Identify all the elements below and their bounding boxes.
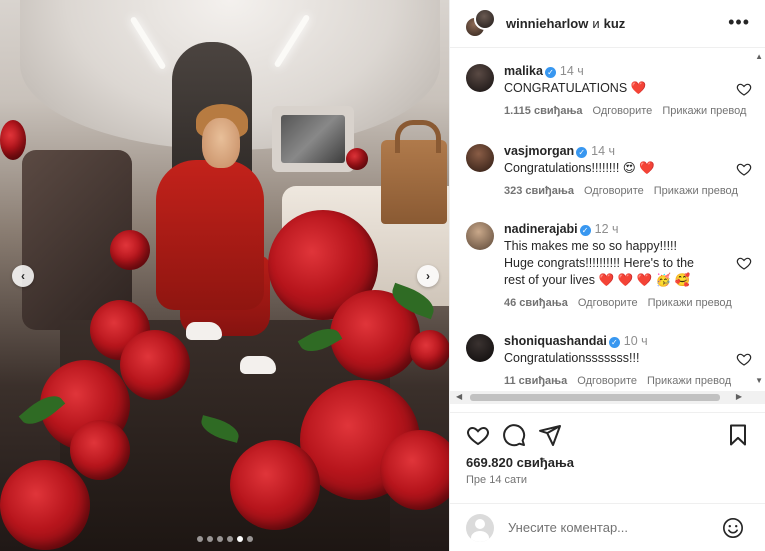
scroll-left-arrow-icon[interactable]: ◀ [456, 392, 462, 401]
reply-button[interactable]: Одговорите [593, 105, 653, 117]
post-photo[interactable]: ‹ › [0, 0, 449, 551]
rose [120, 330, 190, 400]
like-comment-heart-icon[interactable] [736, 81, 752, 97]
translate-button[interactable]: Прикажи превод [648, 297, 732, 309]
comment-item: nadinerajabi ✓ 12 ч This makes me so so ha… [466, 221, 752, 321]
comment-text: Congratulationsssssss!!! [504, 351, 640, 365]
comment-item: malika ✓ 14 ч CONGRATULATIONS ❤️ 1.115 сви… [466, 63, 752, 123]
add-comment-bar [450, 503, 765, 551]
avatar[interactable] [474, 7, 496, 30]
scroll-right-arrow-icon[interactable]: ▶ [736, 392, 742, 401]
reply-button[interactable]: Одговорите [578, 297, 638, 309]
like-comment-heart-icon[interactable] [736, 161, 752, 177]
bookmark-save-icon[interactable] [726, 423, 750, 447]
comment-username[interactable]: malika [504, 64, 543, 78]
comment-input[interactable] [508, 520, 708, 535]
carousel-dot [246, 536, 253, 542]
post-authors: winnieharlow и kuz [506, 16, 625, 31]
previous-slide-button[interactable]: ‹ [12, 265, 34, 287]
rose [230, 440, 320, 530]
avatar[interactable] [466, 222, 494, 250]
scrollbar-thumb[interactable] [470, 394, 720, 401]
avatar[interactable] [466, 64, 494, 92]
post-actions [450, 412, 765, 456]
like-comment-heart-icon[interactable] [736, 255, 752, 271]
reply-button[interactable]: Одговорите [584, 185, 644, 197]
comment-username[interactable]: vasjmorgan [504, 144, 574, 158]
more-options-icon[interactable]: ••• [728, 12, 750, 32]
current-user-avatar [466, 513, 494, 542]
carousel-dot [226, 536, 233, 542]
comment-time[interactable]: 12 ч [595, 222, 619, 236]
person-body [156, 160, 264, 310]
comment-likes[interactable]: 323 свиђања [504, 185, 574, 197]
scroll-down-arrow-icon[interactable]: ▼ [755, 376, 763, 385]
next-slide-button[interactable]: › [417, 265, 439, 287]
person-head [202, 118, 240, 168]
translate-button[interactable]: Прикажи превод [654, 185, 738, 197]
shoe [240, 356, 276, 374]
author-avatars[interactable] [464, 7, 496, 40]
horizontal-scrollbar[interactable]: ◀ ▶ [450, 391, 765, 404]
rose [346, 148, 368, 170]
comment-username[interactable]: shoniquashandai [504, 334, 607, 348]
emoji-picker-icon[interactable] [722, 517, 744, 539]
rose [110, 230, 150, 270]
shoe [186, 322, 222, 340]
tv [272, 106, 354, 172]
author-primary-link[interactable]: winnieharlow [506, 16, 588, 31]
comment-text: This makes me so so happy!!!!! Huge cong… [504, 239, 694, 287]
share-send-icon[interactable] [538, 423, 562, 447]
comment-likes[interactable]: 11 свиђања [504, 375, 567, 387]
carousel-dot-active [236, 536, 243, 542]
comment-text: Congratulations!!!!!!!! 😍 ❤️ [504, 161, 655, 175]
comment-item: shoniquashandai ✓ 10 ч Congratulationsssss… [466, 333, 752, 390]
carousel-dot [196, 536, 203, 542]
rose [70, 420, 130, 480]
verified-badge-icon: ✓ [579, 225, 591, 236]
carousel-dot [216, 536, 223, 542]
like-comment-heart-icon[interactable] [736, 351, 752, 367]
avatar[interactable] [466, 144, 494, 172]
comment-likes[interactable]: 46 свиђања [504, 297, 568, 309]
comment-time[interactable]: 10 ч [624, 334, 648, 348]
author-conjunction: и [592, 16, 600, 31]
translate-button[interactable]: Прикажи превод [647, 375, 731, 387]
rose [0, 120, 26, 160]
verified-badge-icon: ✓ [576, 147, 588, 158]
author-secondary-link[interactable]: kuz [604, 16, 626, 31]
comment-time[interactable]: 14 ч [560, 64, 584, 78]
comment-bubble-icon[interactable] [502, 423, 526, 447]
rose [380, 430, 449, 510]
post-header: winnieharlow и kuz ••• [450, 0, 765, 48]
post-likes-count[interactable]: 669.820 свиђања [466, 455, 574, 470]
avatar[interactable] [466, 334, 494, 362]
comment-text: CONGRATULATIONS ❤️ [504, 81, 647, 95]
carousel-dots [196, 536, 253, 542]
scroll-up-arrow-icon[interactable]: ▲ [755, 52, 763, 61]
verified-badge-icon: ✓ [544, 67, 556, 78]
comment-username[interactable]: nadinerajabi [504, 222, 578, 236]
rose [0, 460, 90, 550]
comments-list[interactable]: malika ✓ 14 ч CONGRATULATIONS ❤️ 1.115 сви… [450, 49, 765, 390]
like-heart-icon[interactable] [466, 423, 490, 447]
comment-time[interactable]: 14 ч [591, 144, 615, 158]
translate-button[interactable]: Прикажи превод [662, 105, 746, 117]
verified-badge-icon: ✓ [608, 337, 620, 348]
post-timestamp[interactable]: Пре 14 сати [466, 474, 527, 486]
rose [410, 330, 449, 370]
comment-item: vasjmorgan ✓ 14 ч Congratulations!!!!!!!! … [466, 143, 752, 203]
post-side-panel: winnieharlow и kuz ••• malika ✓ 14 ч CONGRAT… [449, 0, 765, 551]
comment-likes[interactable]: 1.115 свиђања [504, 105, 583, 117]
handbag [381, 120, 447, 224]
carousel-dot [206, 536, 213, 542]
reply-button[interactable]: Одговорите [577, 375, 637, 387]
